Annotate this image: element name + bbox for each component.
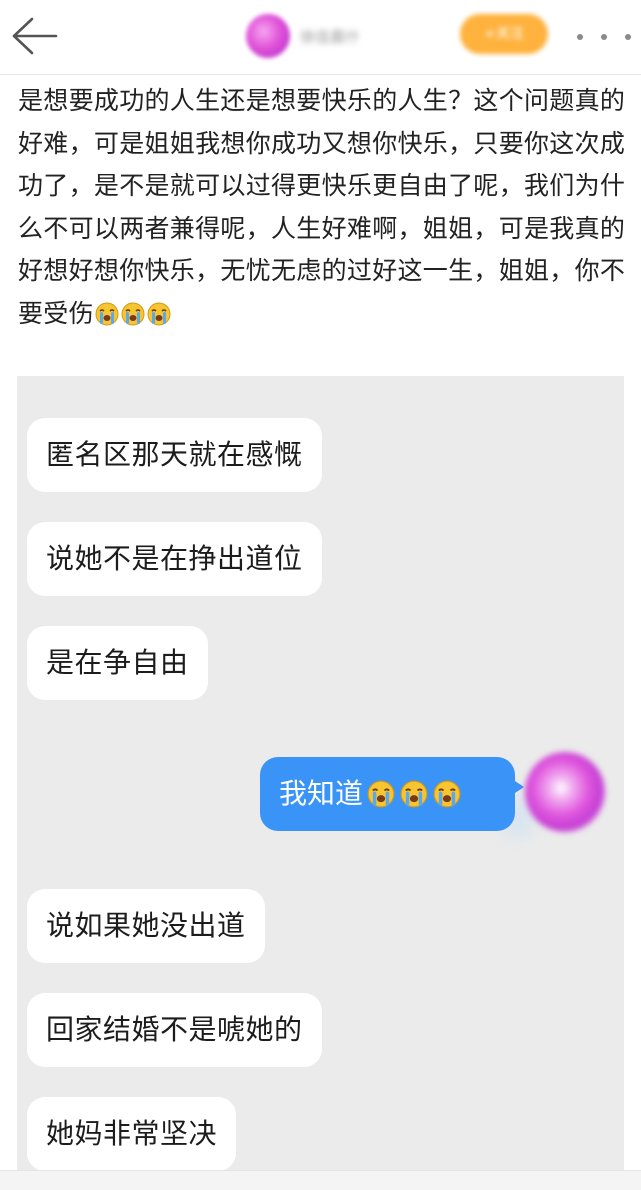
loudly-crying-face-icon	[147, 302, 171, 326]
loudly-crying-face-icon	[400, 780, 428, 808]
follow-button[interactable]: +关注	[460, 14, 548, 54]
weibo-post-page: 徐佳晨什 +关注 是想要成功的人生还是想要快乐的人生？这个问题真的好难，可是姐姐…	[0, 0, 641, 1190]
author-name[interactable]: 徐佳晨什	[300, 26, 392, 44]
post-body: 是想要成功的人生还是想要快乐的人生？这个问题真的好难，可是姐姐我想你成功又想你快…	[18, 80, 628, 336]
arrow-left-icon	[12, 17, 58, 55]
loudly-crying-face-icon	[121, 302, 145, 326]
loudly-crying-face-icon	[367, 780, 395, 808]
chat-message-sent-text: 我知道	[279, 777, 364, 810]
chat-message-sent: 我知道	[260, 757, 524, 831]
chat-message-received: 说如果她没出道	[27, 889, 265, 963]
chat-message-received: 是在争自由	[27, 626, 208, 700]
chat-message-received: 回家结婚不是唬她的	[27, 993, 322, 1067]
chat-message-received: 匿名区那天就在感慨	[27, 418, 322, 492]
more-dots-icon[interactable]	[577, 34, 631, 40]
top-nav-bar: 徐佳晨什 +关注	[0, 0, 641, 75]
loudly-crying-face-icon	[433, 780, 461, 808]
post-text: 是想要成功的人生还是想要快乐的人生？这个问题真的好难，可是姐姐我想你成功又想你快…	[18, 86, 626, 328]
bottom-divider	[0, 1170, 641, 1190]
chat-message-received: 说她不是在挣出道位	[27, 522, 322, 596]
chat-message-received: 她妈非常坚决	[27, 1097, 237, 1171]
author-avatar[interactable]	[246, 14, 290, 58]
chat-screenshot[interactable]: 匿名区那天就在感慨 说她不是在挣出道位 是在争自由 我知道 说如果她没出道 回家…	[17, 376, 624, 1190]
sender-avatar[interactable]	[525, 752, 605, 832]
loudly-crying-face-icon	[95, 302, 119, 326]
back-button[interactable]	[10, 14, 60, 58]
